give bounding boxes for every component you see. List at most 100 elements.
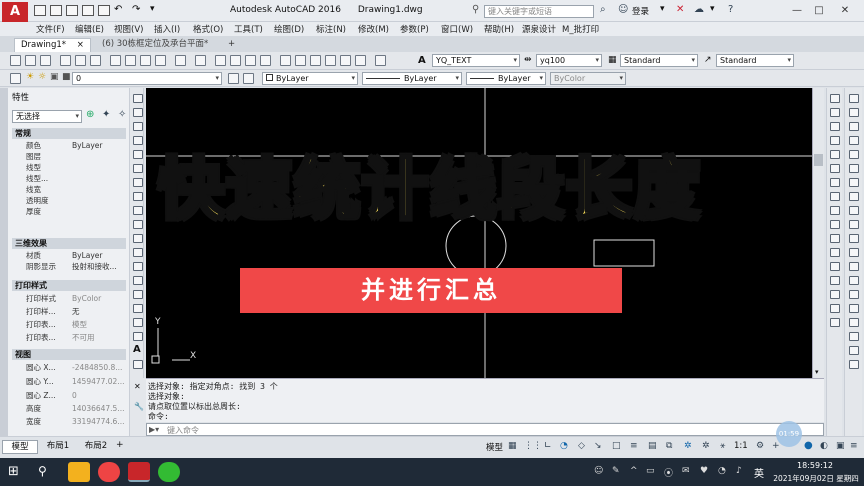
- new-tab-button[interactable]: +: [222, 38, 241, 52]
- preview-icon[interactable]: [75, 55, 86, 66]
- menu-yq-design[interactable]: 源泉设计: [522, 23, 556, 35]
- menu-file[interactable]: 文件(F): [36, 23, 65, 35]
- scroll-down-arrow-icon[interactable]: ▾: [815, 368, 819, 376]
- snap-nearest-icon[interactable]: [849, 290, 859, 299]
- menu-format[interactable]: 格式(O): [193, 23, 223, 35]
- command-settings-icon[interactable]: 🔧: [134, 402, 144, 411]
- snap-insert-icon[interactable]: [849, 262, 859, 271]
- login-chevron-icon[interactable]: ▾: [660, 4, 665, 14]
- redo-icon[interactable]: [195, 55, 206, 66]
- user-icon[interactable]: ☺: [618, 4, 628, 15]
- hatch-icon[interactable]: [133, 290, 143, 299]
- drawing-canvas[interactable]: Y X: [146, 88, 812, 378]
- copy-icon[interactable]: [125, 55, 136, 66]
- tray-pen-icon[interactable]: ✎: [612, 466, 620, 476]
- lineweight-display-icon[interactable]: ≡: [630, 441, 638, 451]
- publish-icon[interactable]: [90, 55, 101, 66]
- workspace-dropdown-icon[interactable]: ▾: [150, 4, 155, 14]
- scroll-thumb[interactable]: [814, 154, 823, 166]
- make-block-icon[interactable]: [133, 262, 143, 271]
- selection-select[interactable]: 无选择 ▾: [12, 110, 82, 123]
- tab-close-icon[interactable]: ×: [77, 40, 84, 50]
- autocad-logo-icon[interactable]: A: [2, 2, 28, 22]
- snap-face-icon[interactable]: [849, 346, 859, 355]
- command-close-icon[interactable]: ✕: [134, 382, 141, 391]
- prop-value[interactable]: ByLayer: [72, 250, 103, 261]
- tool-palettes-icon[interactable]: [310, 55, 321, 66]
- snap-quadrant-icon[interactable]: [849, 206, 859, 215]
- fillet-icon[interactable]: [830, 304, 840, 313]
- add-selected-icon[interactable]: [133, 360, 143, 369]
- polyline-icon[interactable]: [133, 122, 143, 131]
- redo-icon[interactable]: ↷: [132, 4, 140, 15]
- snap-node-icon[interactable]: [849, 276, 859, 285]
- model-space-toggle[interactable]: 模型: [486, 441, 503, 453]
- snap-mode-icon[interactable]: ⋮⋮: [524, 441, 542, 451]
- snap-intersection-icon[interactable]: [849, 150, 859, 159]
- text-style-select[interactable]: YQ_TEXT ▾: [432, 54, 520, 67]
- transparency-icon[interactable]: ▤: [648, 441, 657, 451]
- polygon-icon[interactable]: [133, 136, 143, 145]
- tab-drawing1[interactable]: Drawing1* ×: [14, 38, 91, 52]
- workspace-gear-icon[interactable]: ⚙: [756, 441, 764, 451]
- tray-app2-icon[interactable]: ✉: [682, 466, 690, 476]
- toggle-pickadd-icon[interactable]: ⊕: [86, 109, 94, 120]
- saveas-icon[interactable]: [82, 5, 94, 16]
- quickcalc-icon[interactable]: [355, 55, 366, 66]
- section-3d-effects[interactable]: 三维效果: [12, 238, 126, 249]
- markup-icon[interactable]: [340, 55, 351, 66]
- ortho-icon[interactable]: ∟: [544, 441, 552, 451]
- snap-midpoint-icon[interactable]: [849, 136, 859, 145]
- mirror-icon[interactable]: [830, 122, 840, 131]
- customization-icon[interactable]: ≡: [850, 441, 858, 451]
- section-view[interactable]: 视图: [12, 349, 126, 360]
- menu-parametric[interactable]: 参数(P): [400, 23, 429, 35]
- auto-scale-icon[interactable]: ✲: [702, 441, 710, 451]
- save-icon[interactable]: [40, 55, 51, 66]
- undo-icon[interactable]: ↶: [114, 4, 122, 15]
- help-icon[interactable]: [375, 55, 386, 66]
- snap-tangent-icon[interactable]: [849, 220, 859, 229]
- snap-3d-icon[interactable]: [849, 332, 859, 341]
- command-input[interactable]: ▶▾ 键入命令: [146, 423, 824, 436]
- layer-properties-icon[interactable]: [10, 73, 21, 84]
- open-icon[interactable]: [50, 5, 62, 16]
- properties-icon[interactable]: [280, 55, 291, 66]
- dim-style-select[interactable]: yq100 ▾: [536, 54, 602, 67]
- layout-tab-1[interactable]: 布局1: [40, 440, 76, 454]
- annotation-scale-icon[interactable]: ⚹: [720, 441, 725, 451]
- menu-help[interactable]: 帮助(H): [484, 23, 514, 35]
- undo-icon[interactable]: [175, 55, 186, 66]
- menu-batch-plot[interactable]: M_批打印: [562, 23, 599, 35]
- break-icon[interactable]: [830, 262, 840, 271]
- layer-freeze-icon[interactable]: ☼: [38, 72, 46, 82]
- tray-app-icon[interactable]: ⦿: [664, 466, 673, 479]
- join-icon[interactable]: [830, 276, 840, 285]
- layout-tab-2[interactable]: 布局2: [78, 440, 114, 454]
- hardware-accel-icon[interactable]: ●: [804, 440, 813, 451]
- zoom-realtime-icon[interactable]: [230, 55, 241, 66]
- app-store-icon[interactable]: ▾: [710, 4, 715, 14]
- linetype-select[interactable]: ByLayer ▾: [362, 72, 462, 85]
- tray-network-icon[interactable]: ▭: [646, 466, 655, 476]
- menu-view[interactable]: 视图(V): [114, 23, 143, 35]
- region-icon[interactable]: [133, 318, 143, 327]
- matchprop-icon[interactable]: [155, 55, 166, 66]
- search-icon[interactable]: ⌕: [600, 4, 606, 15]
- close-button[interactable]: ✕: [838, 4, 852, 18]
- tray-volume-icon[interactable]: ♪: [736, 466, 742, 476]
- object-snap-icon[interactable]: □: [612, 441, 621, 451]
- annotation-scale-value[interactable]: 1:1: [734, 441, 748, 451]
- annotation-visibility-icon[interactable]: ✲: [684, 441, 692, 451]
- zoom-previous-icon[interactable]: [260, 55, 271, 66]
- snap-edge-icon[interactable]: [849, 360, 859, 369]
- trim-icon[interactable]: [830, 220, 840, 229]
- snap-none-icon[interactable]: [849, 304, 859, 313]
- isolate-objects-icon[interactable]: ◐: [820, 441, 828, 451]
- menu-tools[interactable]: 工具(T): [234, 23, 263, 35]
- exchange-icon[interactable]: ✕: [676, 4, 684, 15]
- layer-select[interactable]: 0 ▾: [72, 72, 222, 85]
- command-window-handle[interactable]: ✕ 🔧: [130, 378, 146, 436]
- ime-indicator[interactable]: 英: [754, 465, 764, 480]
- construction-line-icon[interactable]: [133, 108, 143, 117]
